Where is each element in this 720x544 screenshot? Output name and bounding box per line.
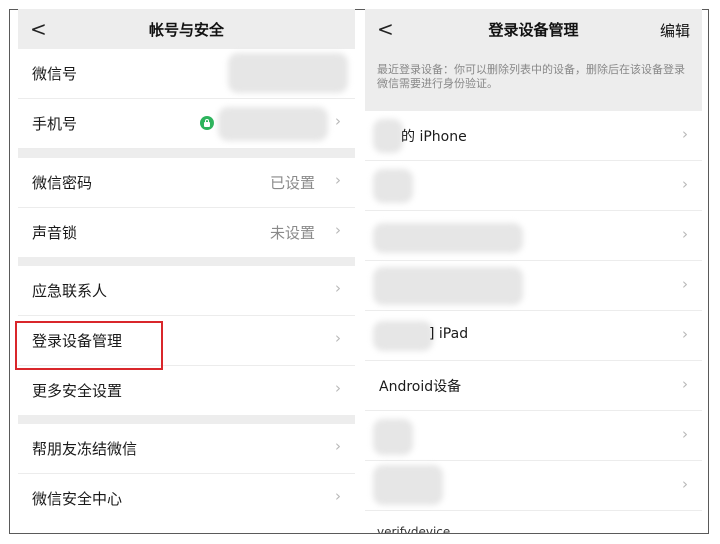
redacted-name (373, 465, 443, 505)
redacted-name (373, 169, 413, 203)
section-divider (18, 257, 355, 266)
row-voice-lock[interactable]: 声音锁 未设置 › (18, 208, 355, 257)
row-label: 登录设备管理 (32, 332, 123, 350)
row-login-device-management[interactable]: 登录设备管理 › (18, 316, 355, 366)
page-title: 登录设备管理 (488, 20, 579, 39)
redacted-name (373, 419, 413, 455)
redacted-name (373, 119, 403, 153)
chevron-right-icon: › (335, 171, 341, 189)
redacted-name (373, 321, 433, 351)
device-management-navbar: < 登录设备管理 编辑 (365, 9, 702, 49)
edit-button[interactable]: 编辑 (660, 20, 690, 41)
device-item-partial[interactable]: verifydevice (365, 511, 702, 533)
row-value: 已设置 (269, 174, 315, 192)
lock-icon (200, 116, 214, 130)
chevron-right-icon: › (335, 221, 341, 239)
section-divider (18, 149, 355, 158)
redacted-value (218, 107, 328, 141)
chevron-right-icon: › (682, 425, 688, 443)
row-label: 帮朋友冻结微信 (32, 440, 138, 458)
redacted-value (228, 53, 348, 93)
chevron-right-icon: › (335, 437, 341, 455)
row-password[interactable]: 微信密码 已设置 › (18, 158, 355, 208)
row-value: 未设置 (269, 224, 315, 242)
device-item[interactable]: › (365, 211, 702, 261)
row-label: 手机号 (32, 115, 78, 133)
row-label: 更多安全设置 (32, 382, 123, 400)
row-label: 微信安全中心 (32, 490, 123, 508)
device-label: 的 iPhone (401, 129, 467, 145)
account-security-navbar: < 帐号与安全 (18, 9, 355, 49)
chevron-right-icon: › (335, 487, 341, 505)
row-security-center[interactable]: 微信安全中心 › (18, 474, 355, 523)
device-item[interactable]: › (365, 161, 702, 211)
chevron-left-icon[interactable]: < (377, 17, 394, 41)
section-divider (18, 415, 355, 424)
chevron-right-icon: › (682, 175, 688, 193)
device-label: Android设备 (379, 379, 462, 395)
chevron-right-icon: › (682, 375, 688, 393)
row-phone[interactable]: 手机号 › (18, 99, 355, 149)
chevron-right-icon: › (682, 125, 688, 143)
row-more-security-settings[interactable]: 更多安全设置 › (18, 366, 355, 415)
chevron-right-icon: › (335, 279, 341, 297)
row-help-freeze-friend[interactable]: 帮朋友冻结微信 › (18, 424, 355, 474)
chevron-left-icon[interactable]: < (30, 17, 47, 41)
chevron-right-icon: › (682, 275, 688, 293)
row-label: 声音锁 (32, 224, 78, 242)
row-emergency-contact[interactable]: 应急联系人 › (18, 266, 355, 316)
redacted-name (373, 223, 523, 253)
device-list-description: 最近登录设备：你可以删除列表中的设备，删除后在该设备登录微信需要进行身份验证。 (365, 49, 702, 111)
chevron-right-icon: › (335, 112, 341, 130)
device-item[interactable]: › (365, 261, 702, 311)
account-security-screen: < 帐号与安全 微信号 手机号 › 微信密码 已设置 › 声音锁 未设置 › 应… (18, 9, 355, 533)
device-item[interactable]: Android设备 › (365, 361, 702, 411)
row-label: 应急联系人 (32, 282, 108, 300)
chevron-right-icon: › (682, 475, 688, 493)
chevron-right-icon: › (335, 329, 341, 347)
device-management-screen: < 登录设备管理 编辑 最近登录设备：你可以删除列表中的设备，删除后在该设备登录… (365, 9, 702, 533)
device-item[interactable]: 的 iPhone › (365, 111, 702, 161)
row-label: 微信密码 (32, 174, 93, 192)
row-wechat-id[interactable]: 微信号 (18, 49, 355, 99)
device-label: verifydevice (377, 525, 451, 533)
row-label: 微信号 (32, 65, 78, 83)
device-item[interactable]: ] iPad › (365, 311, 702, 361)
chevron-right-icon: › (335, 379, 341, 397)
chevron-right-icon: › (682, 225, 688, 243)
device-item[interactable]: › (365, 461, 702, 511)
device-item[interactable]: › (365, 411, 702, 461)
device-label: ] iPad (429, 326, 469, 342)
page-title: 帐号与安全 (148, 20, 224, 39)
redacted-name (373, 267, 523, 305)
chevron-right-icon: › (682, 325, 688, 343)
